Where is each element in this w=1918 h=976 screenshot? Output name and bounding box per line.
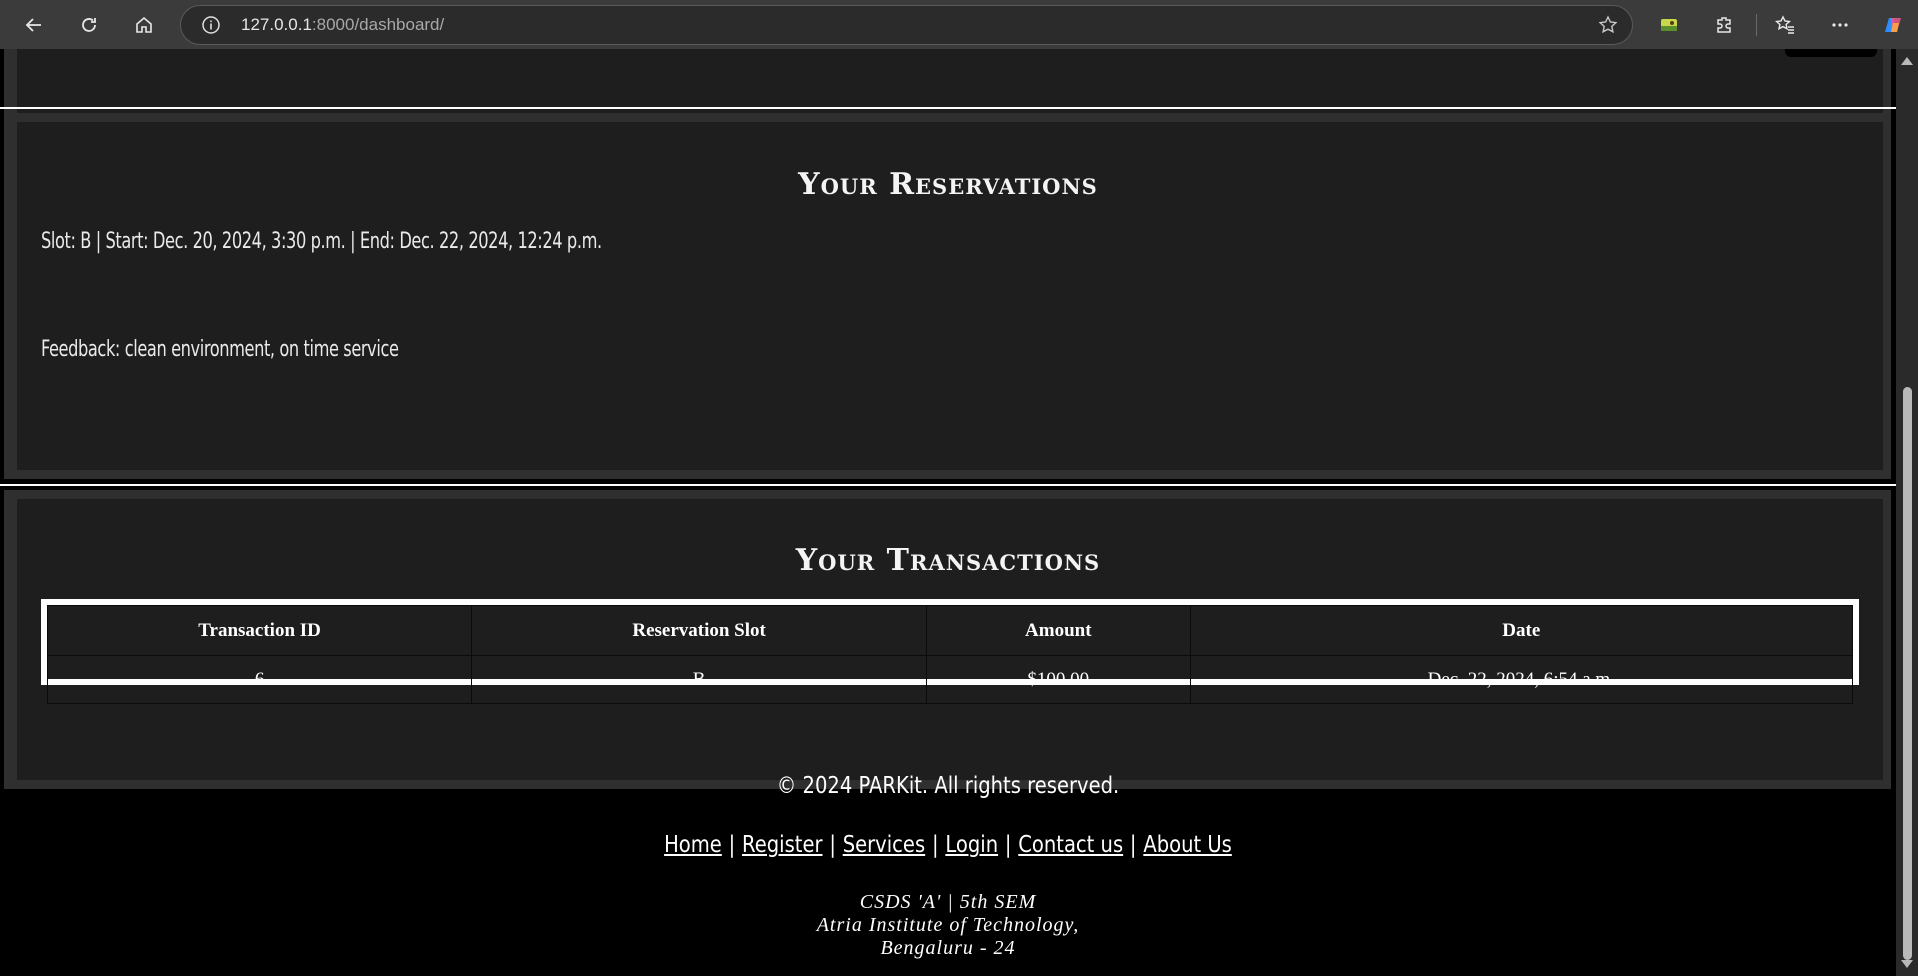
footer-link-about[interactable]: About Us bbox=[1143, 832, 1232, 858]
footer-separator: | bbox=[1004, 832, 1012, 858]
browser-toolbar: 127.0.0.1:8000/dashboard/ bbox=[0, 0, 1918, 49]
scroll-down-arrow-icon[interactable] bbox=[1901, 960, 1913, 968]
footer-separator: | bbox=[1129, 832, 1137, 858]
puzzle-icon[interactable] bbox=[1707, 8, 1741, 42]
col-date: Date bbox=[1189, 605, 1854, 656]
previous-section-button[interactable] bbox=[1785, 49, 1877, 57]
info-icon[interactable] bbox=[201, 15, 221, 35]
footer-institute-line: Atria Institute of Technology, bbox=[816, 914, 1080, 936]
col-amount: Amount bbox=[926, 605, 1191, 656]
url-text[interactable]: 127.0.0.1:8000/dashboard/ bbox=[241, 6, 444, 44]
reload-icon[interactable] bbox=[72, 8, 106, 42]
footer-link-register[interactable]: Register bbox=[742, 832, 822, 858]
image-extension-icon[interactable] bbox=[1652, 8, 1686, 42]
star-icon[interactable] bbox=[1598, 15, 1618, 35]
copilot-icon[interactable] bbox=[1876, 8, 1910, 42]
cell-date: Dec. 22, 2024, 6:54 a.m. bbox=[1189, 655, 1854, 704]
cell-transaction-id: 6 bbox=[46, 655, 473, 704]
toolbar-divider bbox=[1756, 14, 1757, 36]
reservations-title: Your Reservations bbox=[798, 167, 1098, 202]
col-reservation-slot: Reservation Slot bbox=[471, 605, 928, 656]
cell-reservation-slot: B bbox=[471, 655, 928, 704]
footer-link-services[interactable]: Services bbox=[843, 832, 925, 858]
transactions-title: Your Transactions bbox=[795, 543, 1101, 578]
footer-copyright: © 2024 PARKit. All rights reserved. bbox=[776, 773, 1120, 799]
feedback-text: Feedback: clean environment, on time ser… bbox=[41, 337, 399, 362]
vertical-scrollbar[interactable] bbox=[1896, 49, 1918, 976]
col-transaction-id: Transaction ID bbox=[46, 605, 473, 656]
cell-amount: $100.00 bbox=[926, 655, 1191, 704]
transactions-table: Transaction ID Reservation Slot Amount D… bbox=[41, 599, 1859, 704]
back-arrow-icon[interactable] bbox=[17, 8, 51, 42]
footer-link-contact[interactable]: Contact us bbox=[1018, 832, 1123, 858]
scrollbar-thumb[interactable] bbox=[1903, 387, 1912, 960]
ellipsis-icon[interactable] bbox=[1823, 8, 1857, 42]
footer-class-line: CSDS 'A' | 5th SEM bbox=[859, 891, 1037, 913]
footer-separator: | bbox=[728, 832, 736, 858]
footer-link-home[interactable]: Home bbox=[664, 832, 722, 858]
footer-separator: | bbox=[829, 832, 836, 858]
favorites-icon[interactable] bbox=[1768, 8, 1802, 42]
scroll-up-arrow-icon[interactable] bbox=[1901, 57, 1913, 65]
reservation-entry: Slot: B | Start: Dec. 20, 2024, 3:30 p.m… bbox=[41, 229, 602, 254]
divider-line bbox=[0, 107, 1896, 109]
address-bar[interactable]: 127.0.0.1:8000/dashboard/ bbox=[180, 5, 1633, 45]
page-content: Your Reservations Slot: B | Start: Dec. … bbox=[0, 49, 1896, 976]
table-header-row: Transaction ID Reservation Slot Amount D… bbox=[46, 605, 1854, 656]
divider-line bbox=[0, 484, 1896, 486]
footer-link-login[interactable]: Login bbox=[945, 832, 998, 858]
home-icon[interactable] bbox=[127, 8, 161, 42]
table-row: 6 B $100.00 Dec. 22, 2024, 6:54 a.m. bbox=[46, 655, 1854, 704]
footer-separator: | bbox=[931, 832, 939, 858]
footer-nav: Home | Register | Services | Login | Contact us |… bbox=[0, 832, 1896, 858]
footer-city-line: Bengaluru - 24 bbox=[880, 937, 1016, 959]
